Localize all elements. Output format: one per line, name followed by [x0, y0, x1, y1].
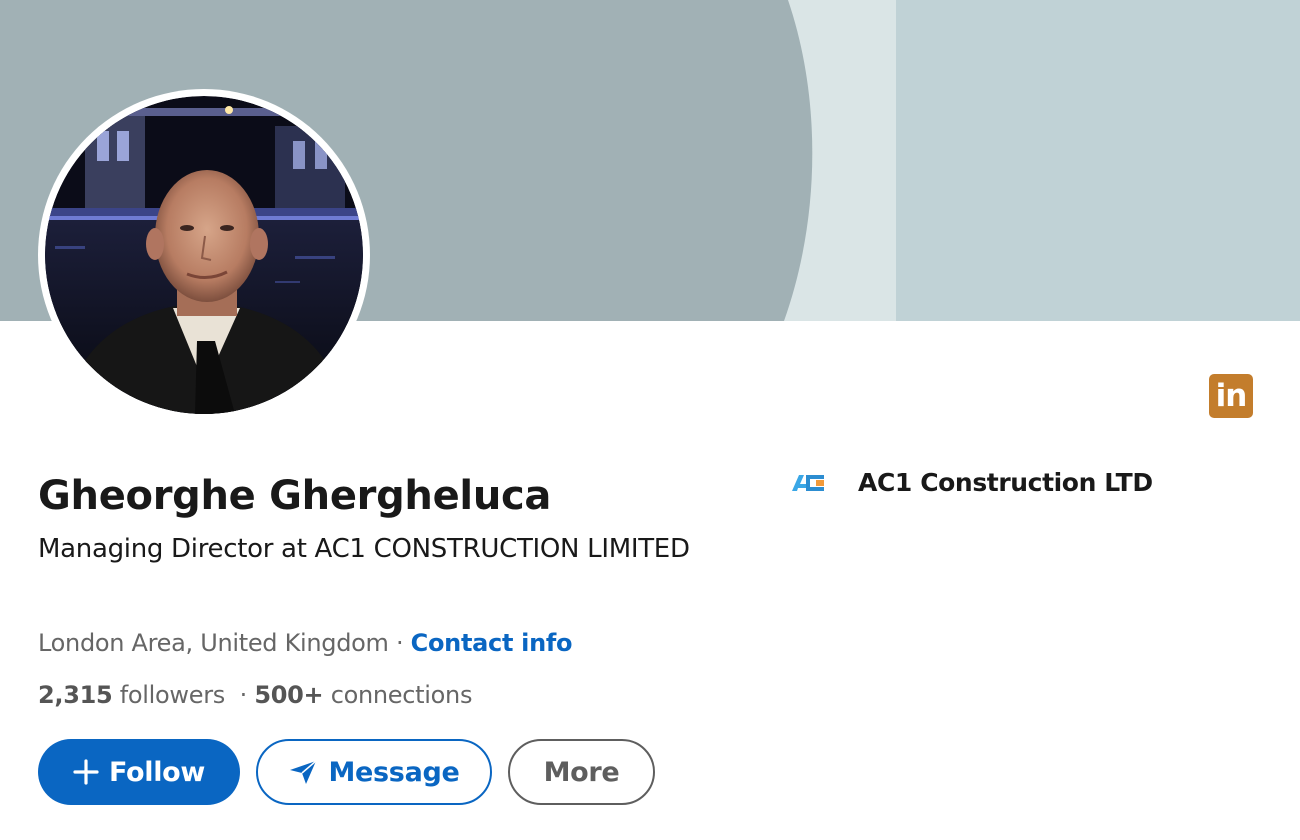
- more-label: More: [543, 756, 620, 788]
- follow-label: Follow: [108, 756, 206, 788]
- company-logo: [792, 475, 824, 491]
- separator-dot: ·: [395, 629, 404, 657]
- linkedin-icon: in: [1209, 374, 1253, 418]
- network-stats: 2,315 followers · 500+ connections: [38, 678, 472, 712]
- avatar-image: [45, 96, 363, 414]
- separator-dot: ·: [239, 681, 248, 709]
- profile-location: London Area, United Kingdom: [38, 629, 389, 657]
- message-button[interactable]: Message: [256, 739, 492, 805]
- connections-count: 500+: [254, 681, 324, 709]
- followers-label: followers: [119, 681, 226, 709]
- contact-info-link[interactable]: Contact info: [411, 629, 573, 657]
- follow-button[interactable]: Follow: [38, 739, 240, 805]
- message-label: Message: [328, 756, 460, 788]
- connections-label: connections: [330, 681, 473, 709]
- followers-count: 2,315: [38, 681, 113, 709]
- profile-photo[interactable]: [38, 89, 370, 421]
- current-company[interactable]: AC1 Construction LTD: [790, 466, 1153, 500]
- company-name: AC1 Construction LTD: [858, 468, 1153, 497]
- location-line: London Area, United Kingdom · Contact in…: [38, 626, 573, 660]
- profile-headline: Managing Director at AC1 CONSTRUCTION LI…: [38, 534, 690, 564]
- plus-icon: [73, 759, 99, 785]
- profile-page: in Gheorghe Ghergheluca Managing Directo…: [0, 0, 1300, 840]
- more-button[interactable]: More: [508, 739, 655, 805]
- profile-name: Gheorghe Ghergheluca: [38, 473, 552, 519]
- send-icon: [288, 759, 318, 785]
